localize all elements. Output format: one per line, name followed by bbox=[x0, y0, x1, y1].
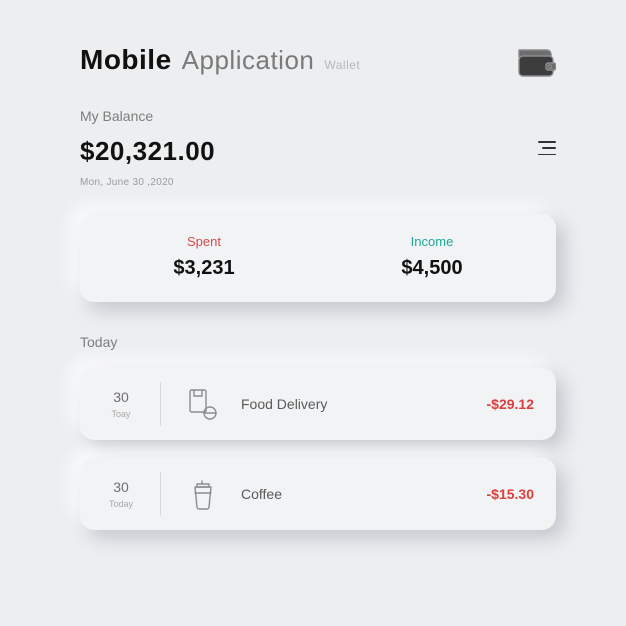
tx-day: 30 bbox=[98, 479, 144, 495]
balance-section: My Balance $20,321.00 Mon, June 30 ,2020 bbox=[80, 108, 556, 188]
wallet-icon[interactable] bbox=[516, 44, 556, 78]
transaction-row[interactable]: 30 Toay Food Delivery -$29.12 bbox=[80, 368, 556, 440]
income-column: Income $4,500 bbox=[318, 234, 546, 280]
menu-icon[interactable] bbox=[536, 141, 556, 155]
spent-column: Spent $3,231 bbox=[90, 234, 318, 280]
spent-label: Spent bbox=[90, 234, 318, 249]
divider bbox=[160, 472, 161, 516]
income-label: Income bbox=[318, 234, 546, 249]
section-today: Today bbox=[80, 334, 556, 350]
tx-name: Coffee bbox=[223, 486, 487, 502]
title-bold: Mobile bbox=[80, 44, 172, 76]
tx-name: Food Delivery bbox=[223, 396, 487, 412]
spent-value: $3,231 bbox=[90, 257, 318, 280]
title-tag: Wallet bbox=[324, 58, 360, 72]
tx-date: 30 Toay bbox=[98, 389, 144, 419]
summary-card: Spent $3,231 Income $4,500 bbox=[80, 214, 556, 302]
balance-label: My Balance bbox=[80, 108, 215, 124]
income-value: $4,500 bbox=[318, 257, 546, 280]
tx-day: 30 bbox=[98, 389, 144, 405]
food-delivery-icon bbox=[183, 387, 223, 421]
coffee-cup-icon bbox=[183, 477, 223, 511]
balance-amount: $20,321.00 bbox=[80, 136, 215, 167]
tx-day-label: Today bbox=[98, 499, 144, 509]
tx-amount: -$29.12 bbox=[487, 396, 534, 412]
divider bbox=[160, 382, 161, 426]
app-title: Mobile Application Wallet bbox=[80, 44, 360, 76]
app-header: Mobile Application Wallet bbox=[80, 44, 556, 78]
tx-day-label: Toay bbox=[98, 409, 144, 419]
tx-amount: -$15.30 bbox=[487, 486, 534, 502]
balance-date: Mon, June 30 ,2020 bbox=[80, 177, 215, 188]
tx-date: 30 Today bbox=[98, 479, 144, 509]
title-light: Application bbox=[182, 45, 315, 76]
transaction-row[interactable]: 30 Today Coffee -$15.30 bbox=[80, 458, 556, 530]
